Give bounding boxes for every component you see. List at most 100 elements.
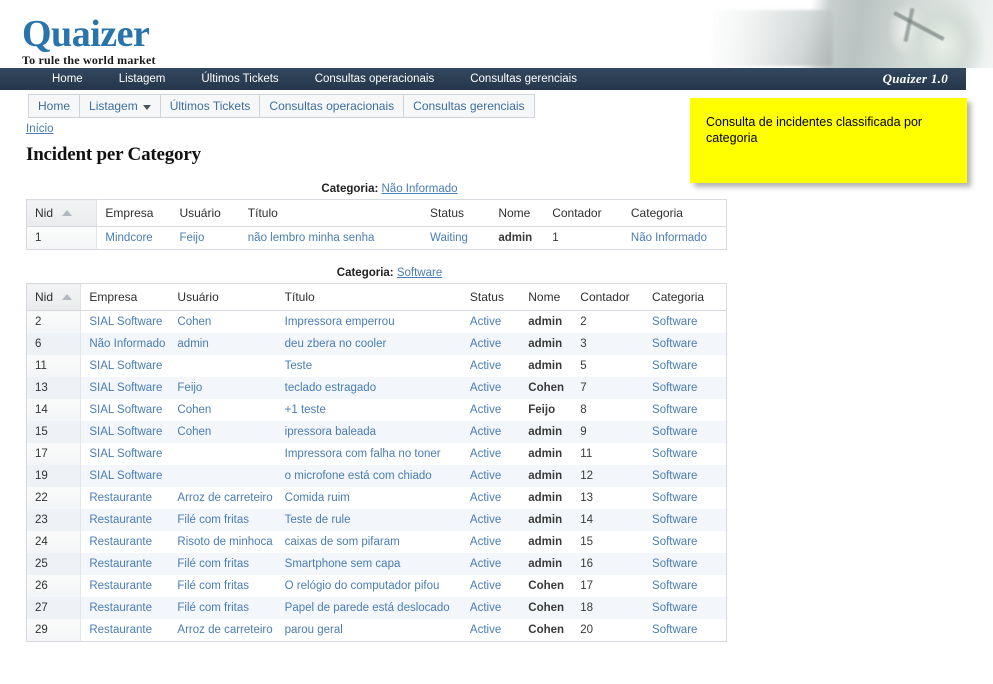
cell-titulo[interactable]: parou geral bbox=[277, 619, 462, 642]
cell-usuario[interactable]: Arroz de carreteiro bbox=[169, 619, 276, 642]
cell-link-usuario[interactable]: Cohen bbox=[177, 426, 211, 438]
cell-titulo[interactable]: Teste bbox=[277, 355, 462, 377]
cell-categoria[interactable]: Software bbox=[644, 421, 727, 443]
cell-link-titulo[interactable]: Teste bbox=[285, 360, 313, 372]
column-header-usuario[interactable]: Usuário bbox=[169, 283, 277, 311]
primary-nav-item-consultas-operacionais[interactable]: Consultas operacionais bbox=[297, 68, 453, 90]
cell-titulo[interactable]: caixas de som pifaram bbox=[277, 531, 462, 553]
primary-nav-item-home[interactable]: Home bbox=[34, 68, 101, 90]
cell-link-usuario[interactable]: Filé com fritas bbox=[177, 558, 249, 570]
cell-categoria[interactable]: Software bbox=[644, 311, 726, 334]
primary-nav-item-ultimos-tickets[interactable]: Últimos Tickets bbox=[183, 68, 296, 90]
cell-link-status[interactable]: Active bbox=[470, 624, 501, 636]
cell-link-status[interactable]: Active bbox=[470, 492, 501, 504]
cell-link-titulo[interactable]: Teste de rule bbox=[285, 514, 351, 526]
cell-categoria[interactable]: Software bbox=[644, 465, 727, 487]
cell-link-empresa[interactable]: Não Informado bbox=[89, 338, 165, 350]
cell-categoria[interactable]: Software bbox=[644, 619, 726, 642]
cell-status[interactable]: Active bbox=[462, 487, 520, 509]
primary-nav-item-consultas-gerenciais[interactable]: Consultas gerenciais bbox=[452, 68, 595, 90]
cell-titulo[interactable]: teclado estragado bbox=[276, 377, 462, 399]
cell-link-empresa[interactable]: Restaurante bbox=[89, 514, 152, 526]
cell-empresa[interactable]: Não Informado bbox=[80, 333, 170, 355]
cell-empresa[interactable]: SIAL Software bbox=[81, 443, 170, 465]
cell-link-categoria[interactable]: Software bbox=[652, 360, 697, 372]
cell-usuario[interactable] bbox=[169, 443, 276, 465]
cell-link-categoria[interactable]: Software bbox=[652, 426, 697, 438]
column-header-nid[interactable]: Nid bbox=[26, 199, 98, 227]
cell-status[interactable]: Active bbox=[461, 421, 521, 443]
cell-status[interactable]: Active bbox=[461, 465, 521, 487]
column-header-titulo[interactable]: Título bbox=[276, 283, 462, 311]
cell-empresa[interactable]: SIAL Software bbox=[81, 399, 170, 421]
cell-link-usuario[interactable]: Risoto de minhoca bbox=[177, 536, 272, 548]
cell-link-titulo[interactable]: O relógio do computador pifou bbox=[285, 580, 440, 592]
column-header-nome[interactable]: Nome bbox=[490, 199, 545, 227]
cell-titulo[interactable]: Impressora com falha no toner bbox=[277, 443, 462, 465]
cell-link-status[interactable]: Active bbox=[470, 382, 501, 394]
cell-link-usuario[interactable]: Arroz de carreteiro bbox=[177, 492, 272, 504]
cell-link-titulo[interactable]: +1 teste bbox=[285, 404, 326, 416]
cell-status[interactable]: Active bbox=[462, 311, 520, 334]
cell-usuario[interactable]: Feijo bbox=[169, 377, 277, 399]
cell-empresa[interactable]: Restaurante bbox=[81, 619, 170, 642]
cell-categoria[interactable]: Software bbox=[644, 575, 726, 597]
cell-empresa[interactable]: Restaurante bbox=[80, 509, 170, 531]
column-header-nome[interactable]: Nome bbox=[520, 283, 573, 311]
table-row[interactable]: 1 Mindcore Feijo não lembro minha senha Wait… bbox=[26, 226, 727, 250]
primary-nav-item-listagem[interactable]: Listagem bbox=[101, 68, 184, 90]
cell-usuario[interactable] bbox=[169, 355, 276, 377]
cell-link-categoria[interactable]: Software bbox=[652, 404, 697, 416]
tab-consultas-operacionais[interactable]: Consultas operacionais bbox=[259, 94, 405, 118]
cell-status[interactable]: Active bbox=[461, 553, 521, 575]
cell-status[interactable]: Active bbox=[462, 619, 520, 642]
cell-link-status[interactable]: Active bbox=[470, 580, 501, 592]
cell-link-categoria[interactable]: Software bbox=[652, 470, 697, 482]
cell-link-titulo[interactable]: teclado estragado bbox=[285, 382, 376, 394]
cell-categoria[interactable]: Software bbox=[644, 597, 727, 619]
cell-status[interactable]: Active bbox=[461, 509, 521, 531]
table-row[interactable]: 29 Restaurante Arroz de carreteiro parou ge… bbox=[26, 619, 727, 642]
table-row[interactable]: 14 SIAL Software Cohen +1 teste Active Feijo 8… bbox=[26, 399, 727, 421]
cell-titulo[interactable]: +1 teste bbox=[277, 399, 462, 421]
cell-link-empresa[interactable]: Restaurante bbox=[89, 492, 152, 504]
cell-link-empresa[interactable]: Restaurante bbox=[89, 580, 152, 592]
cell-link-usuario[interactable]: Cohen bbox=[177, 404, 211, 416]
cell-link-usuario[interactable]: Filé com fritas bbox=[177, 580, 249, 592]
cell-usuario[interactable]: Arroz de carreteiro bbox=[169, 487, 276, 509]
cell-titulo[interactable]: Papel de parede está deslocado bbox=[276, 597, 462, 619]
cell-status[interactable]: Active bbox=[461, 597, 521, 619]
cell-link-categoria[interactable]: Software bbox=[652, 492, 697, 504]
cell-link-empresa[interactable]: SIAL Software bbox=[89, 316, 162, 328]
cell-link-usuario[interactable]: admin bbox=[177, 338, 208, 350]
cell-categoria[interactable]: Software bbox=[644, 333, 727, 355]
column-header-categoria[interactable]: Categoria bbox=[644, 283, 727, 311]
cell-link-empresa[interactable]: SIAL Software bbox=[89, 404, 162, 416]
cell-usuario[interactable]: Cohen bbox=[169, 421, 277, 443]
cell-categoria[interactable]: Software bbox=[644, 553, 727, 575]
cell-link-categoria[interactable]: Software bbox=[652, 382, 697, 394]
cell-link-titulo[interactable]: ipressora baleada bbox=[285, 426, 376, 438]
column-header-status[interactable]: Status bbox=[422, 199, 491, 227]
cell-categoria[interactable]: Software bbox=[644, 355, 726, 377]
cell-link-usuario[interactable]: Filé com fritas bbox=[177, 602, 249, 614]
cell-titulo[interactable]: ipressora baleada bbox=[276, 421, 462, 443]
cell-categoria[interactable]: Software bbox=[644, 399, 726, 421]
cell-status[interactable]: Waiting bbox=[422, 227, 490, 250]
cell-link-categoria[interactable]: Software bbox=[652, 316, 697, 328]
cell-titulo[interactable]: Comida ruim bbox=[277, 487, 462, 509]
cell-titulo[interactable]: não lembro minha senha bbox=[240, 227, 422, 250]
tab-listagem[interactable]: Listagem bbox=[79, 94, 161, 118]
tab-ultimos-tickets[interactable]: Últimos Tickets bbox=[159, 94, 261, 118]
cell-titulo[interactable]: Smartphone sem capa bbox=[276, 553, 462, 575]
cell-empresa[interactable]: Mindcore bbox=[97, 227, 172, 250]
cell-link-usuario[interactable]: Cohen bbox=[177, 316, 211, 328]
cell-link-categoria[interactable]: Software bbox=[652, 602, 697, 614]
table-row[interactable]: 26 Restaurante Filé com fritas O relógio do… bbox=[26, 575, 727, 597]
cell-link-empresa[interactable]: SIAL Software bbox=[89, 360, 162, 372]
cell-titulo[interactable]: o microfone está com chiado bbox=[276, 465, 462, 487]
cell-link-categoria[interactable]: Software bbox=[652, 580, 697, 592]
cell-link-categoria[interactable]: Software bbox=[652, 624, 697, 636]
cell-usuario[interactable]: Feijo bbox=[171, 227, 239, 250]
table-row[interactable]: 13 SIAL Software Feijo teclado estragado Act… bbox=[26, 377, 727, 399]
